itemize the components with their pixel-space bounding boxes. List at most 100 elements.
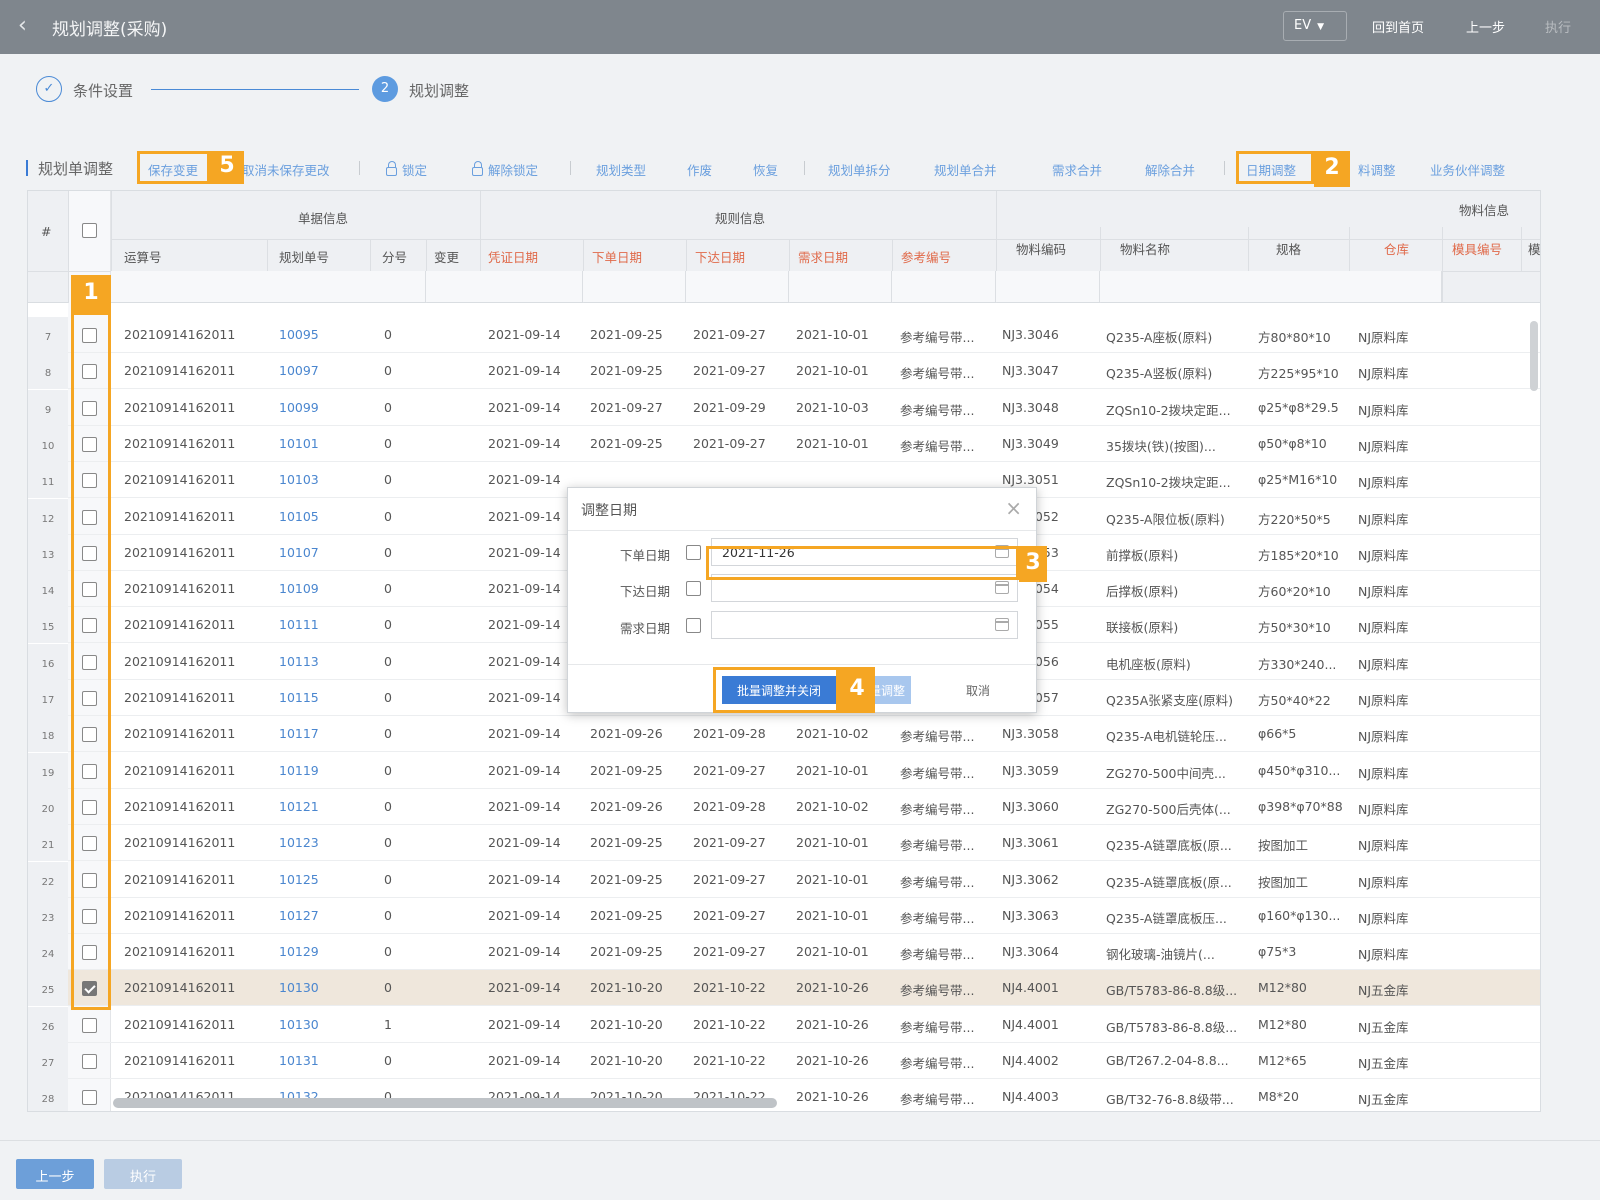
row-checkbox[interactable] — [82, 1090, 97, 1106]
close-icon[interactable]: × — [1005, 496, 1022, 520]
cell-plan[interactable]: 10130 — [279, 980, 364, 995]
home-button[interactable]: 回到首页 — [1372, 17, 1424, 36]
filter-cell[interactable] — [789, 271, 892, 302]
cell-spec: 方330*240... — [1258, 656, 1337, 672]
cell-plan[interactable]: 10109 — [279, 581, 364, 596]
callout-box-select-column — [71, 312, 111, 1010]
table-row[interactable]: 8 20210914162011 10097 0 2021-09-14 2021-09-2… — [28, 353, 1540, 390]
table-row[interactable]: 27 20210914162011 10131 0 2021-09-14 2021-10-… — [28, 1043, 1540, 1079]
col-header-demand-date[interactable]: 需求日期 — [798, 247, 848, 266]
demand-date-checkbox[interactable] — [686, 618, 701, 633]
cell-plan[interactable]: 10127 — [279, 908, 364, 923]
table-row[interactable]: 22 20210914162011 10125 0 2021-09-14 2021-09-… — [28, 861, 1540, 898]
cell-wh: NJ原料库 — [1358, 475, 1409, 491]
table-row[interactable]: 23 20210914162011 10127 0 2021-09-14 2021-09-… — [28, 897, 1540, 934]
col-header-plan-no[interactable]: 规划单号 — [279, 247, 329, 266]
header-exec-button[interactable]: 执行 — [1545, 17, 1571, 36]
grid-line — [111, 239, 1540, 240]
table-row[interactable]: 10 20210914162011 10101 0 2021-09-14 2021-09-… — [28, 425, 1540, 462]
table-row[interactable]: 21 20210914162011 10123 0 2021-09-14 2021-09-… — [28, 825, 1540, 862]
table-row[interactable]: 9 20210914162011 10099 0 2021-09-14 2021-09-2… — [28, 389, 1540, 426]
filter-cell[interactable] — [686, 271, 789, 302]
col-header-order-date[interactable]: 下单日期 — [592, 247, 642, 266]
void-button[interactable]: 作废 — [687, 160, 712, 179]
vertical-scrollbar[interactable] — [1530, 321, 1538, 391]
cell-plan[interactable]: 10119 — [279, 763, 364, 778]
horizontal-scrollbar[interactable] — [113, 1098, 777, 1108]
plan-type-button[interactable]: 规划类型 — [596, 160, 646, 179]
filter-cell[interactable] — [892, 271, 996, 302]
cell-plan[interactable]: 10101 — [279, 436, 364, 451]
cell-plan[interactable]: 10111 — [279, 617, 364, 632]
select-all-checkbox[interactable] — [82, 223, 97, 238]
cell-plan[interactable]: 10099 — [279, 400, 364, 415]
cell-op: 20210914162011 — [124, 690, 236, 705]
cell-plan[interactable]: 10103 — [279, 472, 364, 487]
cancel-button[interactable]: 取消 — [966, 682, 990, 699]
calendar-icon[interactable] — [995, 618, 1009, 631]
merge-plan-button[interactable]: 规划单合并 — [934, 160, 997, 179]
col-header-material-code[interactable]: 物料编码 — [1016, 239, 1066, 258]
col-header-mold-no[interactable]: 模具编号 — [1452, 239, 1502, 258]
table-row[interactable]: 20 20210914162011 10121 0 2021-09-14 2021-09-… — [28, 788, 1540, 825]
cell-plan[interactable]: 10131 — [279, 1053, 364, 1068]
cell-plan[interactable]: 10115 — [279, 690, 364, 705]
row-checkbox[interactable] — [82, 1054, 97, 1069]
col-header-sub-no[interactable]: 分号 — [382, 247, 407, 266]
partner-adjust-button[interactable]: 业务伙伴调整 — [1430, 160, 1505, 179]
cell-plan[interactable]: 10125 — [279, 872, 364, 887]
cell-op: 20210914162011 — [124, 435, 236, 451]
demand-date-input[interactable] — [711, 611, 1018, 639]
row-checkbox[interactable] — [82, 1017, 97, 1033]
cell-spec: 方60*20*10 — [1258, 584, 1331, 600]
unlock-button[interactable]: 解除锁定 — [472, 160, 538, 179]
filter-cell[interactable] — [1100, 271, 1442, 302]
table-row[interactable]: 7 2021091416201​1 10095 0 2021-09-14 2021-09-… — [28, 317, 1540, 353]
col-header-warehouse[interactable]: 仓库 — [1384, 239, 1409, 258]
calendar-icon[interactable] — [995, 581, 1009, 594]
group-header-material: 物料信息 — [1459, 203, 1510, 218]
cell-plan[interactable]: 10113 — [279, 654, 364, 669]
merge-demand-button[interactable]: 需求合并 — [1052, 160, 1102, 179]
footer-exec-button[interactable]: 执行 — [104, 1159, 182, 1189]
release-date-checkbox[interactable] — [686, 581, 701, 596]
cell-plan[interactable]: 10097 — [279, 363, 364, 378]
col-header-op-no[interactable]: 运算号 — [124, 247, 162, 266]
cell-plan[interactable]: 10095 — [279, 327, 364, 342]
table-row[interactable]: 18 20210914162011 10117 0 2021-09-14 2021-09-… — [28, 716, 1540, 753]
cell-plan[interactable]: 10117 — [279, 726, 364, 741]
lock-icon — [386, 161, 397, 176]
table-row[interactable]: 24 20210914162011 10129 0 2021-09-14 2021-09-… — [28, 934, 1540, 971]
cell-plan[interactable]: 10107 — [279, 545, 364, 560]
col-header-material-name[interactable]: 物料名称 — [1120, 239, 1170, 258]
unmerge-button[interactable]: 解除合并 — [1145, 160, 1195, 179]
table-row[interactable]: 19 20210914162011 10119 0 2021-09-14 2021-09-… — [28, 752, 1540, 789]
restore-button[interactable]: 恢复 — [753, 160, 778, 179]
split-plan-button[interactable]: 规划单拆分 — [828, 160, 891, 179]
col-header-change[interactable]: 变更 — [434, 247, 459, 266]
filter-cell[interactable] — [111, 271, 426, 302]
order-date-checkbox[interactable] — [686, 545, 701, 560]
table-row[interactable]: 26 20210914162011 10130 1 2021-09-14 2021-10-… — [28, 1006, 1540, 1043]
filter-cell[interactable] — [996, 271, 1100, 302]
col-header-voucher-date[interactable]: 凭证日期 — [488, 247, 538, 266]
col-header-release-date[interactable]: 下达日期 — [695, 247, 745, 266]
material-adjust-button[interactable]: 料调整 — [1358, 160, 1396, 179]
back-arrow-icon[interactable]: ‹ — [18, 13, 27, 38]
table-row[interactable]: 25 20210914162011 10130 0 2021-09-14 2021-10-… — [28, 970, 1540, 1007]
cell-wh: NJ原料库 — [1358, 947, 1409, 963]
col-header-ref-no[interactable]: 参考编号 — [901, 247, 951, 266]
cell-plan[interactable]: 10123 — [279, 835, 364, 850]
cell-plan[interactable]: 10129 — [279, 944, 364, 959]
filter-cell[interactable] — [426, 271, 583, 302]
cell-plan[interactable]: 10121 — [279, 799, 364, 814]
discard-changes-button[interactable]: 取消未保存更改 — [242, 160, 330, 179]
header-prev-button[interactable]: 上一步 — [1466, 17, 1505, 36]
lock-button[interactable]: 锁定 — [386, 160, 427, 179]
filter-cell[interactable] — [583, 271, 686, 302]
cell-plan[interactable]: 10105 — [279, 509, 364, 524]
footer-prev-button[interactable]: 上一步 — [16, 1159, 94, 1189]
col-header-spec[interactable]: 规格 — [1276, 239, 1301, 258]
cell-plan[interactable]: 10130 — [279, 1017, 364, 1032]
ev-dropdown[interactable]: EV ▼ — [1283, 11, 1347, 41]
